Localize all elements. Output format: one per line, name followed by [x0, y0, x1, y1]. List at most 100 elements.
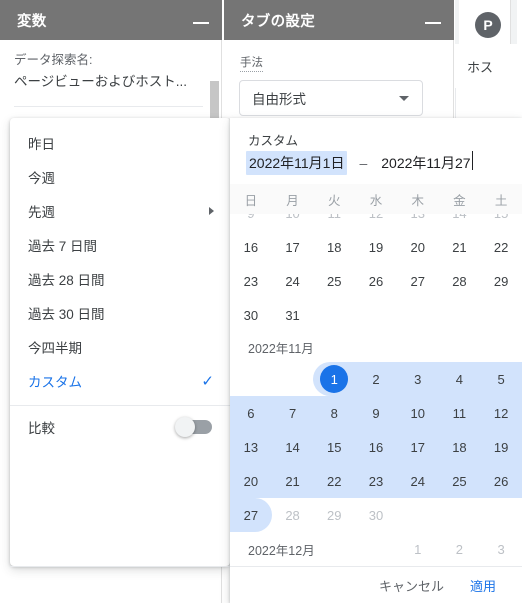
weekday-6: 土 — [494, 193, 508, 208]
calendar-cell-empty — [355, 532, 397, 566]
calendar-day-20[interactable]: 20 — [397, 230, 439, 264]
calendar-day-9[interactable]: 9 — [355, 396, 397, 430]
weekday-1: 月 — [286, 193, 299, 208]
report-tab-1[interactable]: P — [459, 0, 511, 44]
calendar-day-number: 30 — [243, 307, 259, 323]
apply-button[interactable]: 適用 — [460, 570, 506, 601]
calendar-day-29: 29 — [313, 498, 355, 532]
calendar-day-24[interactable]: 24 — [272, 264, 314, 298]
calendar-day-28[interactable]: 28 — [439, 264, 481, 298]
menu-item-label: 今週 — [28, 171, 55, 186]
calendar-day-4[interactable]: 4 — [438, 362, 481, 396]
calendar-day-11[interactable]: 11 — [438, 396, 481, 430]
calendar-day-15[interactable]: 15 — [313, 430, 356, 464]
start-date-input[interactable]: 2022年11月1日 — [246, 151, 348, 175]
calendar-cell-empty — [230, 362, 272, 396]
compare-toggle-row[interactable]: 比較 — [10, 408, 230, 446]
calendar-day-12[interactable]: 12 — [480, 396, 522, 430]
menu-item-2[interactable]: 先週 — [10, 194, 230, 228]
calendar-day-number: 18 — [327, 239, 342, 255]
compare-switch[interactable] — [175, 417, 212, 437]
calendar-day-number: 20 — [410, 239, 425, 255]
minimize-icon[interactable] — [418, 5, 448, 35]
weekday-3: 水 — [369, 193, 383, 208]
exploration-name-label: データ探索名: — [14, 53, 93, 67]
menu-item-0[interactable]: 昨日 — [10, 126, 230, 160]
calendar-day-13[interactable]: 13 — [230, 430, 272, 464]
calendar-day-19[interactable]: 19 — [480, 430, 522, 464]
calendar-cell-empty — [397, 298, 439, 332]
calendar-cell-empty — [439, 498, 481, 532]
calendar-day-18[interactable]: 18 — [313, 230, 355, 264]
cancel-button[interactable]: キャンセル — [369, 570, 454, 601]
calendar-day-10[interactable]: 10 — [396, 396, 439, 430]
calendar-day-27[interactable]: 27 — [230, 498, 272, 532]
calendar-day-number: 29 — [493, 273, 509, 289]
method-select[interactable]: 自由形式 — [239, 80, 423, 116]
calendar-day-21[interactable]: 21 — [439, 230, 481, 264]
calendar-day-1[interactable]: 1 — [313, 362, 356, 396]
calendar-day-17[interactable]: 17 — [272, 230, 314, 264]
calendar-day-3[interactable]: 3 — [396, 362, 439, 396]
calendar-day-number: 10 — [410, 405, 425, 421]
calendar-day-16[interactable]: 16 — [230, 230, 272, 264]
calendar-day-5[interactable]: 5 — [480, 362, 522, 396]
calendar-day-22[interactable]: 22 — [313, 464, 356, 498]
calendar-day-12: 12 — [355, 214, 397, 230]
calendar-day-24[interactable]: 24 — [396, 464, 439, 498]
menu-item-label: 今四半期 — [28, 341, 82, 356]
calendar-day-25[interactable]: 25 — [313, 264, 355, 298]
weekday-5: 金 — [453, 193, 466, 208]
calendar-day-17[interactable]: 17 — [396, 430, 439, 464]
menu-item-6[interactable]: 今四半期 — [10, 330, 230, 364]
calendar-day-23[interactable]: 23 — [230, 264, 272, 298]
calendar-day-number: 12 — [369, 214, 383, 221]
menu-item-5[interactable]: 過去 30 日間 — [10, 296, 230, 330]
calendar-day-30[interactable]: 30 — [230, 298, 272, 332]
calendar-day-26[interactable]: 26 — [480, 464, 522, 498]
menu-item-1[interactable]: 今週 — [10, 160, 230, 194]
calendar-day-22[interactable]: 22 — [480, 230, 522, 264]
calendar-day-29[interactable]: 29 — [480, 264, 522, 298]
calendar-day-number: 2 — [455, 541, 464, 557]
calendar-day-25[interactable]: 25 — [438, 464, 481, 498]
calendar-day-21[interactable]: 21 — [271, 464, 314, 498]
calendar-week-row: 30 31 — [230, 298, 522, 332]
calendar-day-27[interactable]: 27 — [397, 264, 439, 298]
calendar-day-number: 23 — [368, 473, 384, 489]
calendar-day-1: 1 — [397, 532, 439, 566]
weekday-4: 木 — [411, 193, 424, 208]
variables-panel-header: 変数 — [0, 0, 222, 40]
report-tab-2[interactable] — [517, 0, 522, 44]
calendar-day-number: 30 — [368, 507, 384, 523]
calendar-day-31[interactable]: 31 — [272, 298, 314, 332]
calendar-day-8[interactable]: 8 — [313, 396, 356, 430]
chevron-down-icon — [399, 95, 409, 101]
calendar-day-19[interactable]: 19 — [355, 230, 397, 264]
calendar-day-16[interactable]: 16 — [355, 430, 397, 464]
end-date-input[interactable]: 2022年11月27 — [379, 151, 473, 175]
calendar-day-number: 31 — [285, 307, 300, 323]
exploration-name-value[interactable]: ページビューおよびホスト... — [14, 71, 187, 92]
calendar-day-26[interactable]: 26 — [355, 264, 397, 298]
date-picker-actions: キャンセル 適用 — [230, 566, 522, 603]
calendar-day-9: 9 — [230, 214, 272, 230]
calendar-day-2[interactable]: 2 — [355, 362, 397, 396]
calendar-day-23[interactable]: 23 — [355, 464, 397, 498]
calendar-scroll-area[interactable]: 9101112131415161718192021222324252627282… — [230, 214, 522, 603]
menu-item-3[interactable]: 過去 7 日間 — [10, 228, 230, 262]
weekday-2: 火 — [328, 193, 341, 208]
calendar-day-6[interactable]: 6 — [230, 396, 272, 430]
calendar-day-number: 11 — [328, 214, 342, 221]
table-column-header: ホス — [455, 44, 522, 89]
calendar-day-number: 11 — [452, 405, 467, 421]
calendar-day-14[interactable]: 14 — [271, 430, 314, 464]
calendar-day-number: 14 — [285, 439, 300, 455]
calendar-day-20[interactable]: 20 — [230, 464, 272, 498]
menu-item-4[interactable]: 過去 28 日間 — [10, 262, 230, 296]
minimize-icon[interactable] — [186, 5, 216, 35]
chevron-right-icon — [209, 207, 214, 215]
calendar-day-7[interactable]: 7 — [271, 396, 314, 430]
menu-item-7[interactable]: カスタム ✓ — [10, 364, 230, 398]
calendar-day-18[interactable]: 18 — [438, 430, 481, 464]
